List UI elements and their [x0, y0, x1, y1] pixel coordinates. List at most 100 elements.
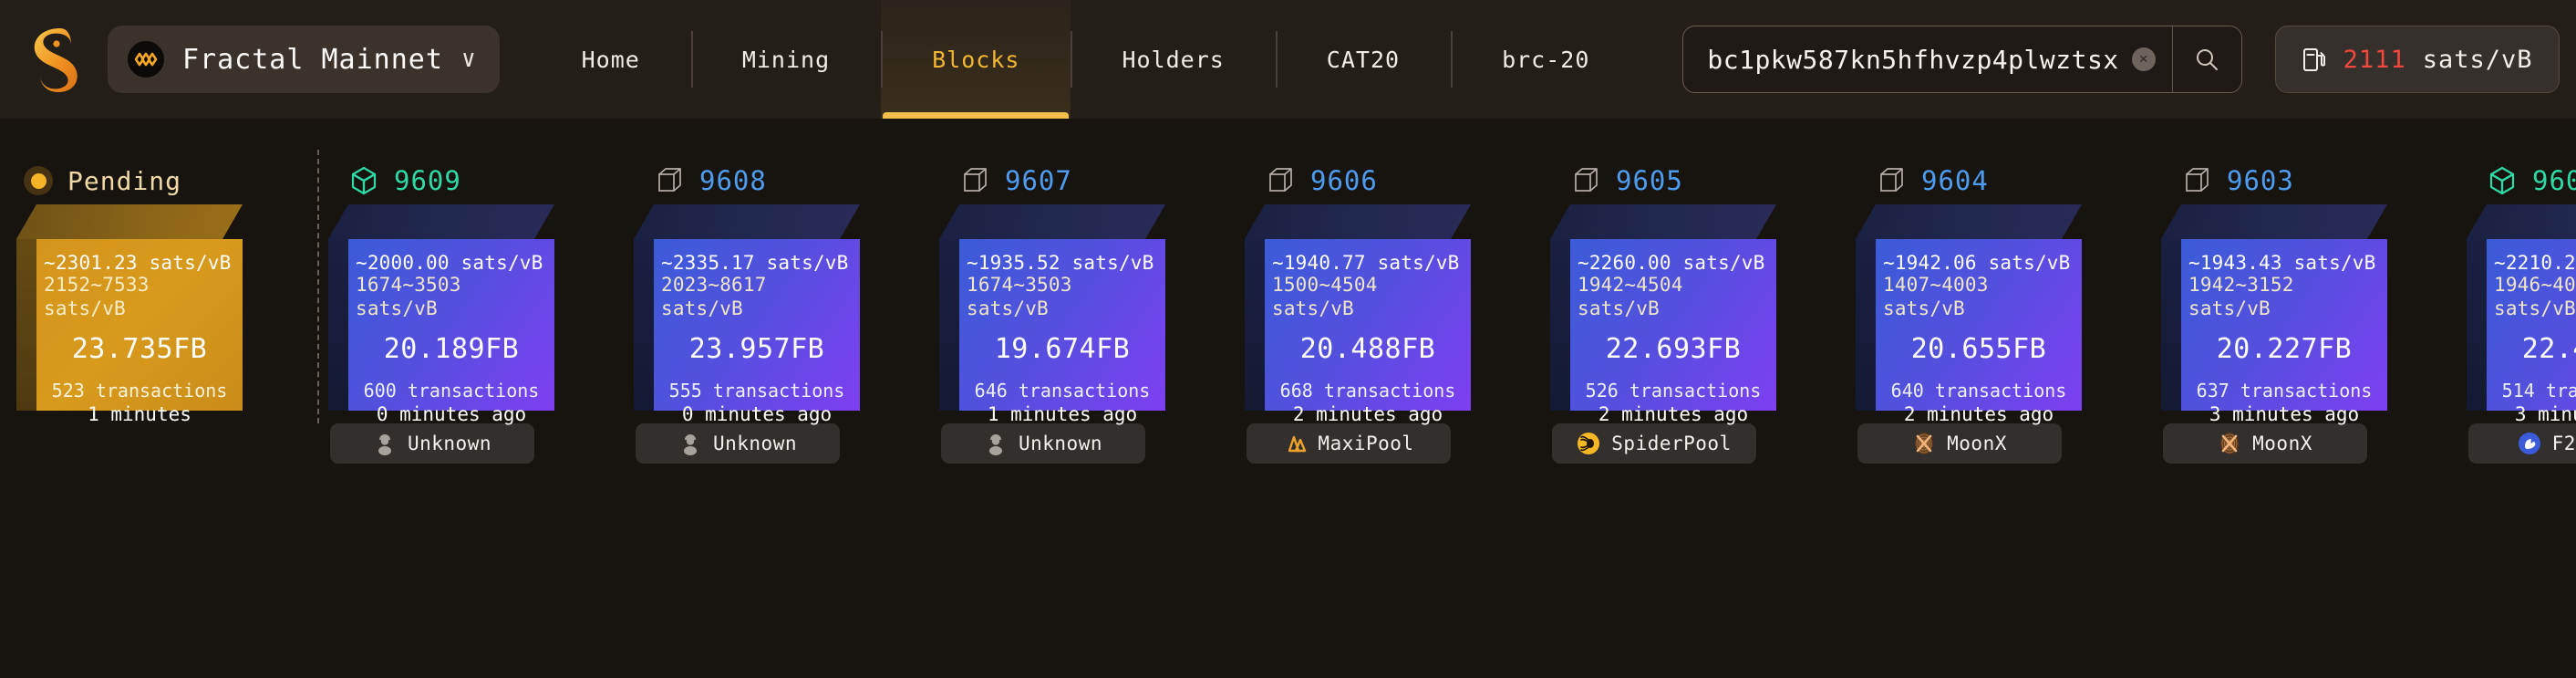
- block-cube[interactable]: ~1943.43 sats/vB 1942~3152 sats/vB 20.22…: [2141, 204, 2387, 425]
- block-height: 9602: [2532, 165, 2576, 196]
- block-card-9608[interactable]: 9608 ~2335.17 sats/vB 2023~8617 sats/vB …: [614, 157, 919, 464]
- block-transactions: 646 transactions: [974, 380, 1151, 402]
- clear-search-icon[interactable]: ×: [2131, 47, 2156, 71]
- nav-item-mining[interactable]: Mining: [690, 0, 881, 119]
- miner-name: MaxiPool: [1318, 433, 1414, 454]
- block-cube[interactable]: ~1942.06 sats/vB 1407~4003 sats/vB 20.65…: [1836, 204, 2082, 425]
- block-header[interactable]: 9607: [919, 157, 1072, 204]
- main-nav: Home Mining Blocks Holders CAT20 brc-20: [531, 0, 1641, 119]
- block-card-9605[interactable]: 9605 ~2260.00 sats/vB 1942~4504 sats/vB …: [1530, 157, 1836, 464]
- pending-block-column: Pending ~2301.23 sats/vB 2152~7533 sats/…: [16, 119, 308, 425]
- gas-fee-badge[interactable]: 2111 sats/vB: [2274, 26, 2560, 93]
- block-height: 9605: [1616, 165, 1683, 196]
- pending-fee-range-line2: sats/vB: [44, 297, 126, 319]
- block-header[interactable]: 9603: [2141, 157, 2294, 204]
- miner-badge[interactable]: MoonX: [1857, 423, 2062, 464]
- block-height: 9604: [1921, 165, 1989, 196]
- block-header[interactable]: 9606: [1225, 157, 1378, 204]
- block-header[interactable]: 9602: [2447, 157, 2576, 204]
- pending-block-card[interactable]: ~2301.23 sats/vB 2152~7533 sats/vB 23.73…: [16, 204, 308, 425]
- block-top-face: [634, 204, 860, 239]
- block-fee-range: 1407~4003 sats/vB: [1883, 274, 2074, 320]
- pending-fee-range: 2152~7533 sats/vB: [44, 274, 235, 320]
- miner-badge[interactable]: Unknown: [941, 423, 1145, 464]
- block-fee-rate: ~2210.28 sats/vB: [2494, 252, 2576, 274]
- miner-name: Unknown: [407, 433, 491, 454]
- miner-badge[interactable]: Unknown: [330, 423, 534, 464]
- miner-badge[interactable]: MoonX: [2163, 423, 2367, 464]
- block-card-9604[interactable]: 9604 ~1942.06 sats/vB 1407~4003 sats/vB …: [1836, 157, 2141, 464]
- block-transactions: 637 transactions: [2196, 380, 2373, 402]
- block-cube[interactable]: ~2260.00 sats/vB 1942~4504 sats/vB 22.69…: [1530, 204, 1776, 425]
- block-front-face: ~1940.77 sats/vB 1500~4504 sats/vB 20.48…: [1265, 239, 1471, 425]
- block-fee-rate: ~1943.43 sats/vB: [2188, 252, 2376, 274]
- block-cube[interactable]: ~2335.17 sats/vB 2023~8617 sats/vB 23.95…: [614, 204, 860, 425]
- block-card-9602[interactable]: 9602 ~2210.28 sats/vB 1946~4015 sats/vB …: [2447, 157, 2576, 464]
- block-time: 3 minutes ago: [2514, 403, 2576, 426]
- block-card-9606[interactable]: 9606 ~1940.77 sats/vB 1500~4504 sats/vB …: [1225, 157, 1530, 464]
- block-header[interactable]: 9604: [1836, 157, 1989, 204]
- block-fee-range: 1942~4504 sats/vB: [1578, 274, 1769, 320]
- nav-item-holders[interactable]: Holders: [1071, 0, 1275, 119]
- nav-item-blocks[interactable]: Blocks: [881, 0, 1071, 119]
- search-input[interactable]: bc1pkw587kn5hfhvzp4plwztsx ×: [1683, 26, 2171, 92]
- miner-unknown-icon: [988, 434, 1002, 455]
- block-card-9609[interactable]: 9609 ~2000.00 sats/vB 1674~3503 sats/vB …: [308, 157, 614, 464]
- pending-status: Pending: [16, 157, 308, 204]
- cube-wire-icon: [1575, 168, 1598, 192]
- block-fee-range: 1942~3152 sats/vB: [2188, 274, 2380, 320]
- search-input-value: bc1pkw587kn5hfhvzp4plwztsx: [1707, 44, 2119, 75]
- block-height: 9606: [1310, 165, 1378, 196]
- block-fee-range-line2: sats/vB: [2494, 297, 2576, 319]
- block-height: 9609: [394, 165, 461, 196]
- block-amount: 20.488FB: [1299, 333, 1436, 366]
- moonx-icon: [2220, 433, 2240, 454]
- pending-fee-range-line1: 2152~7533: [44, 274, 150, 296]
- miner-badge[interactable]: SpiderPool: [1552, 423, 1756, 464]
- cube-wire-icon: [658, 168, 681, 192]
- block-header[interactable]: 9608: [614, 157, 767, 204]
- maxipool-icon: [1288, 435, 1307, 453]
- block-cube[interactable]: ~2210.28 sats/vB 1946~4015 sats/vB 22.43…: [2447, 204, 2576, 425]
- nav-item-brc20[interactable]: brc-20: [1451, 0, 1640, 119]
- block-fee-range-line2: sats/vB: [1883, 297, 1965, 319]
- block-amount: 20.227FB: [2216, 333, 2353, 366]
- search-button[interactable]: [2171, 26, 2241, 92]
- block-fee-range-line2: sats/vB: [1578, 297, 1660, 319]
- miner-badge[interactable]: F2Pool: [2468, 423, 2576, 464]
- block-card-9603[interactable]: 9603 ~1943.43 sats/vB 1942~3152 sats/vB …: [2141, 157, 2447, 464]
- cube-wire-icon: [1880, 168, 1903, 192]
- block-header[interactable]: 9605: [1530, 157, 1683, 204]
- block-fee-range-line2: sats/vB: [2188, 297, 2271, 319]
- f2pool-icon: [2518, 433, 2540, 454]
- site-logo[interactable]: [0, 0, 108, 119]
- block-cube[interactable]: ~1935.52 sats/vB 1674~3503 sats/vB 19.67…: [919, 204, 1165, 425]
- network-selector[interactable]: Fractal Mainnet ∨: [108, 26, 500, 93]
- block-time: 2 minutes ago: [1903, 403, 2054, 426]
- miner-name: F2Pool: [2551, 433, 2576, 454]
- block-cube[interactable]: ~1940.77 sats/vB 1500~4504 sats/vB 20.48…: [1225, 204, 1471, 425]
- block-amount: 23.957FB: [688, 333, 825, 366]
- block-top-face: [2467, 204, 2576, 239]
- block-top-face: [939, 204, 1165, 239]
- block-front-face: ~1935.52 sats/vB 1674~3503 sats/vB 19.67…: [959, 239, 1165, 425]
- block-header[interactable]: 9609: [308, 157, 461, 204]
- block-time: 2 minutes ago: [1598, 403, 1749, 426]
- block-front-face: ~2000.00 sats/vB 1674~3503 sats/vB 20.18…: [348, 239, 554, 425]
- pending-amount: 23.735FB: [71, 333, 208, 366]
- nav-item-home[interactable]: Home: [531, 0, 691, 119]
- block-cube[interactable]: ~2000.00 sats/vB 1674~3503 sats/vB 20.18…: [308, 204, 554, 425]
- block-top-face: [16, 204, 243, 239]
- block-top-face: [328, 204, 554, 239]
- block-time: 2 minutes ago: [1292, 403, 1443, 426]
- miner-badge[interactable]: MaxiPool: [1247, 423, 1451, 464]
- fractal-s-logo-icon: [34, 28, 78, 92]
- miner-logo: [1912, 432, 1936, 455]
- blocks-row: 9609 ~2000.00 sats/vB 1674~3503 sats/vB …: [308, 119, 2576, 464]
- pending-label: Pending: [67, 165, 182, 196]
- block-card-9607[interactable]: 9607 ~1935.52 sats/vB 1674~3503 sats/vB …: [919, 157, 1225, 464]
- block-fee-range: 1946~4015 sats/vB: [2494, 274, 2576, 320]
- nav-item-cat20[interactable]: CAT20: [1275, 0, 1451, 119]
- block-fee-range-line2: sats/vB: [661, 297, 743, 319]
- miner-badge[interactable]: Unknown: [636, 423, 840, 464]
